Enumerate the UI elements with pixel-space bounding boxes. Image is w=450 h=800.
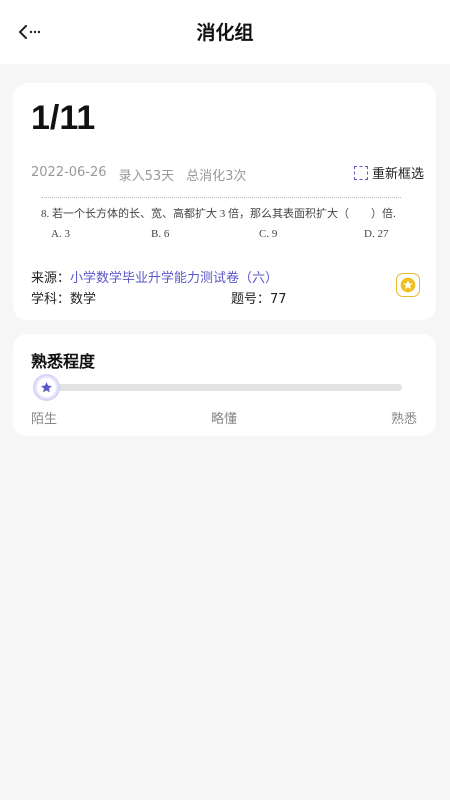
page-title: 消化组	[196, 22, 254, 44]
option-c: C. 9	[259, 228, 278, 240]
qnum-label: 题号：	[231, 292, 271, 307]
source-link[interactable]: 小学数学毕业升学能力测试卷（六）	[70, 271, 278, 286]
option-a: A. 3	[51, 228, 70, 240]
crop-frame-icon	[353, 165, 368, 180]
familiarity-slider-knob[interactable]	[33, 374, 60, 401]
favorite-button[interactable]	[396, 273, 420, 297]
reselect-label: 重新框选	[371, 167, 424, 182]
source-label: 来源：	[31, 271, 71, 286]
subject-label: 学科：	[31, 292, 71, 307]
question-number: 题号：77	[231, 288, 287, 307]
cropped-edge	[41, 197, 401, 198]
label-somewhat: 略懂	[211, 412, 238, 427]
reselect-button[interactable]: 重新框选	[353, 163, 424, 182]
entry-date: 2022-06-26	[31, 165, 107, 180]
subject-value: 数学	[70, 292, 97, 307]
source-row: 来源：小学数学毕业升学能力测试卷（六）	[31, 267, 278, 286]
question-counter: 1/11	[31, 99, 96, 137]
entered-days: 录入53天	[118, 169, 175, 184]
question-image: 8. 若一个长方体的长、宽、高都扩大 3 倍，那么其表面积扩大（ ）倍. A. …	[31, 197, 421, 247]
qnum-value: 77	[270, 292, 287, 307]
top-bar: 消化组	[0, 0, 450, 64]
label-unfamiliar: 陌生	[31, 412, 58, 427]
familiarity-title: 熟悉程度	[31, 352, 96, 371]
meta-row: 2022-06-26 录入53天 总消化3次	[31, 165, 246, 184]
option-b: B. 6	[151, 228, 170, 240]
familiarity-card: 熟悉程度 陌生 略懂 熟悉	[13, 334, 436, 436]
label-familiar: 熟悉	[391, 412, 418, 427]
familiarity-slider-track[interactable]	[45, 384, 402, 391]
digest-count: 总消化3次	[186, 169, 247, 184]
subject-row: 学科：数学	[31, 288, 96, 307]
star-icon	[41, 382, 52, 393]
question-stem: 8. 若一个长方体的长、宽、高都扩大 3 倍，那么其表面积扩大（ ）倍.	[41, 208, 396, 220]
option-d: D. 27	[364, 228, 389, 240]
star-icon	[400, 277, 416, 293]
question-card: 1/11 2022-06-26 录入53天 总消化3次 重新框选 8. 若一个长…	[13, 83, 436, 320]
